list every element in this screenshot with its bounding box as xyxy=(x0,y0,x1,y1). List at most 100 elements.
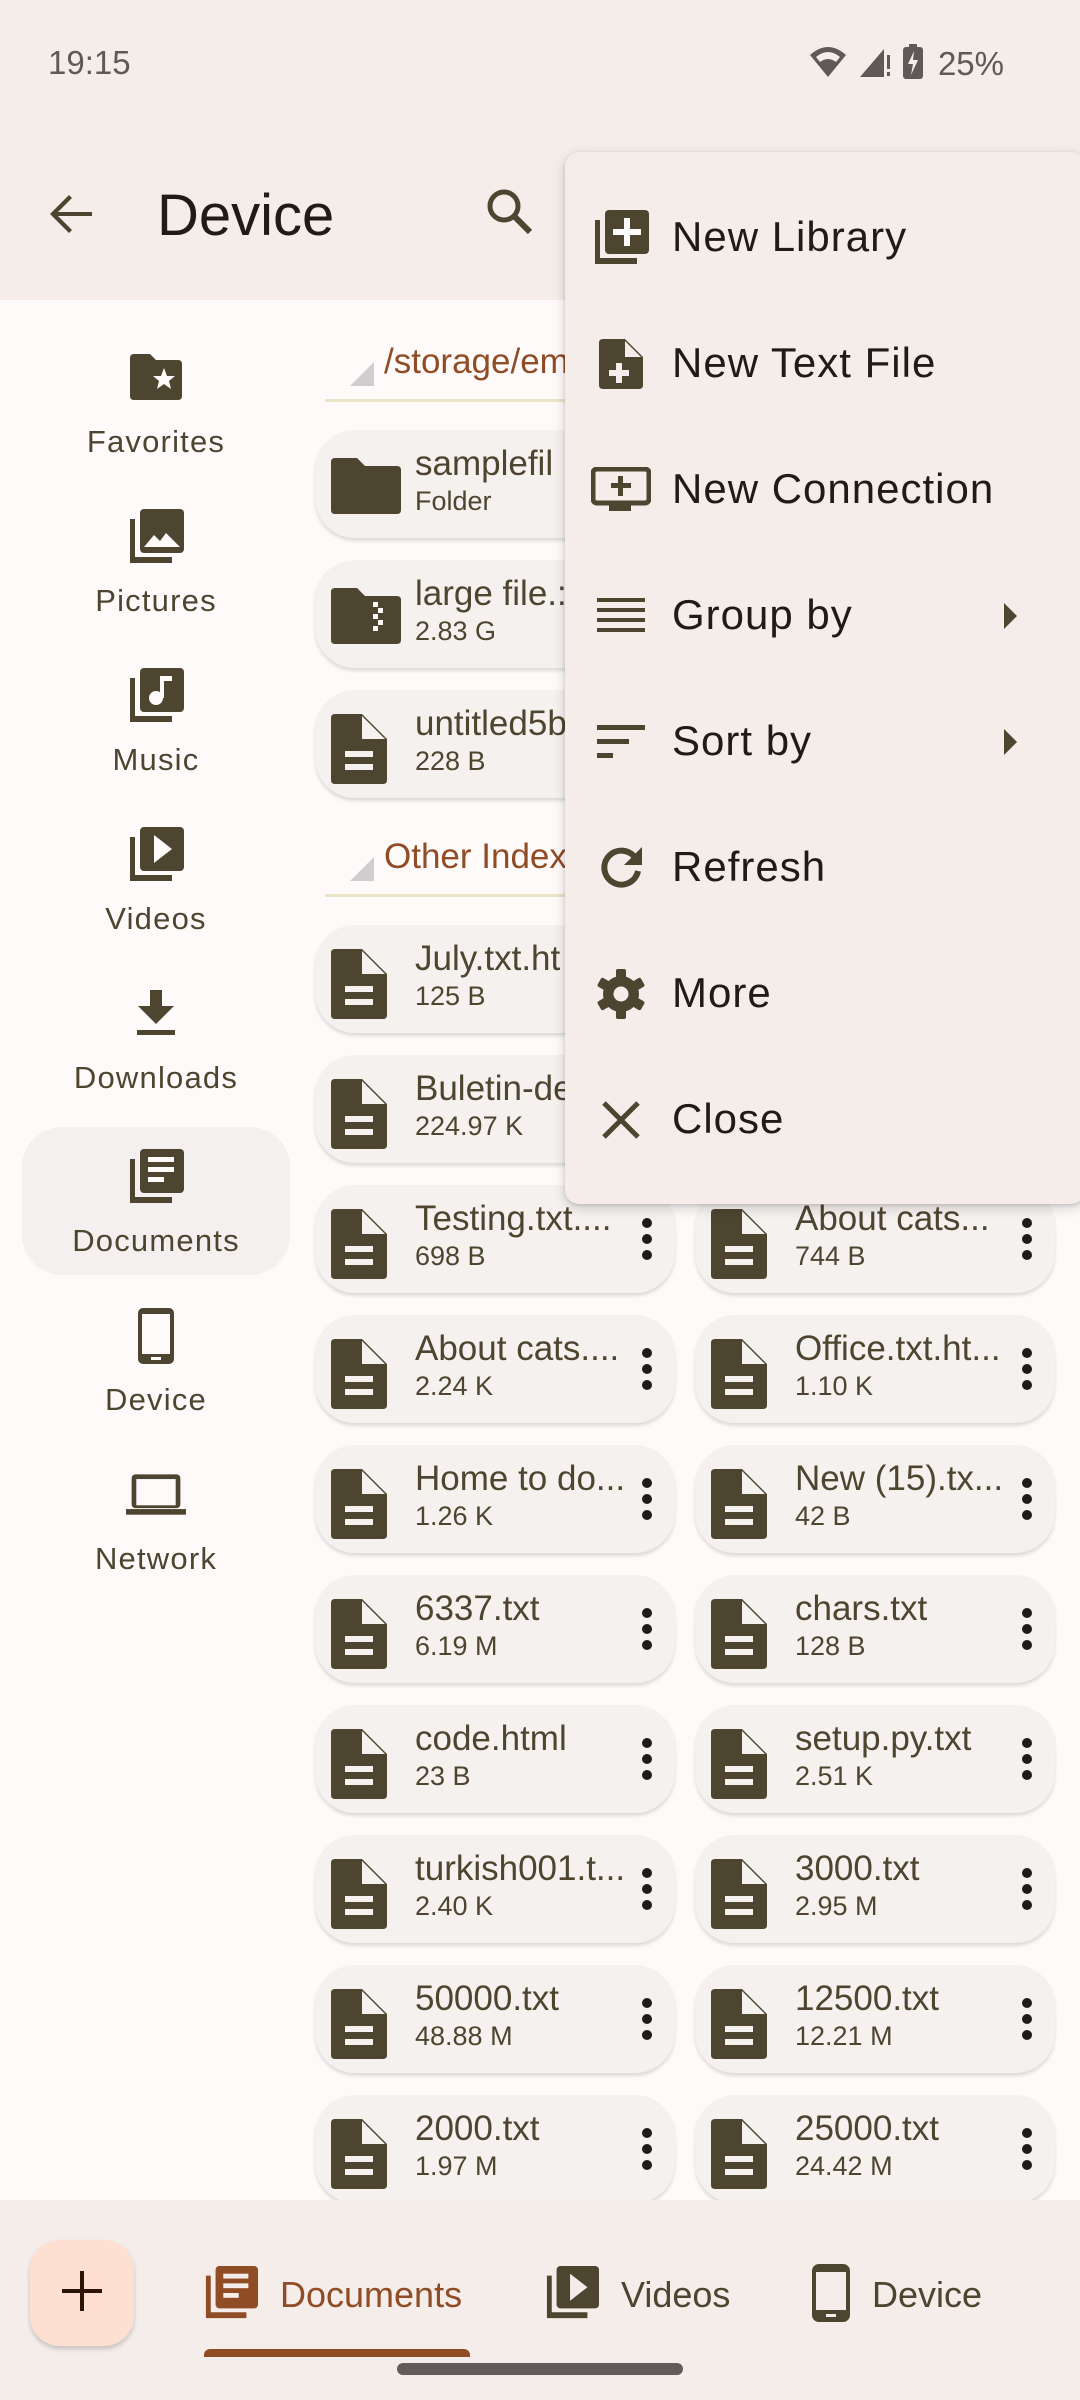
menu-item-new-text-file[interactable]: New Text File xyxy=(565,301,1080,427)
folder-zip-icon xyxy=(331,584,401,654)
file-card[interactable]: Home to do... 1.26 K xyxy=(315,1445,675,1553)
menu-item-more[interactable]: More xyxy=(565,931,1080,1057)
dot xyxy=(1022,1884,1032,1894)
more-options-button[interactable] xyxy=(629,2119,665,2179)
file-card[interactable]: 25000.txt 24.42 M xyxy=(695,2095,1055,2200)
menu-item-label: Refresh xyxy=(672,843,827,890)
more-options-button[interactable] xyxy=(629,1599,665,1659)
menu-item-refresh[interactable]: Refresh xyxy=(565,805,1080,931)
more-options-button[interactable] xyxy=(629,1209,665,1269)
dot xyxy=(1022,1754,1032,1764)
tab-documents[interactable]: Documents xyxy=(204,2260,462,2330)
dot xyxy=(1022,1478,1032,1488)
file-name: Home to do... xyxy=(415,1459,626,1498)
nav-item-pictures[interactable]: Pictures xyxy=(22,487,290,635)
file-name: New (15).tx... xyxy=(795,1459,1004,1498)
text-file-icon xyxy=(711,1859,767,1929)
file-card[interactable]: chars.txt 128 B xyxy=(695,1575,1055,1683)
tab-device[interactable]: Device xyxy=(812,2260,982,2330)
file-name: About cats... xyxy=(795,1199,990,1238)
nav-item-network[interactable]: Network xyxy=(22,1445,290,1593)
more-options-button[interactable] xyxy=(629,1339,665,1399)
dot xyxy=(1022,2160,1032,2170)
dot xyxy=(642,1998,652,2008)
text-file-icon xyxy=(331,949,387,1019)
nav-item-favorites[interactable]: Favorites xyxy=(22,328,290,476)
file-card[interactable]: 50000.txt 48.88 M xyxy=(315,1965,675,2073)
tab-videos[interactable]: Videos xyxy=(545,2260,730,2330)
file-size: 698 B xyxy=(415,1241,486,1271)
file-card[interactable]: turkish001.t... 2.40 K xyxy=(315,1835,675,1943)
dot xyxy=(642,1478,652,1488)
dot xyxy=(1022,1608,1032,1618)
nav-item-label: Favorites xyxy=(86,424,226,459)
text-file-icon xyxy=(331,1079,387,1149)
dot xyxy=(1022,1218,1032,1228)
search-button[interactable] xyxy=(478,182,542,246)
nav-item-videos[interactable]: Videos xyxy=(22,805,290,953)
more-options-button[interactable] xyxy=(1009,1469,1045,1529)
overflow-menu: New Library New Text File New Connection… xyxy=(565,152,1080,1204)
file-size: 744 B xyxy=(795,1241,866,1271)
file-card[interactable]: setup.py.txt 2.51 K xyxy=(695,1705,1055,1813)
file-size: 6.19 M xyxy=(415,1631,498,1661)
file-size: Folder xyxy=(415,486,492,516)
more-options-button[interactable] xyxy=(1009,1339,1045,1399)
add-fab-button[interactable] xyxy=(30,2240,134,2346)
file-card[interactable]: 3000.txt 2.95 M xyxy=(695,1835,1055,1943)
nav-item-device[interactable]: Device xyxy=(22,1286,290,1434)
text-file-icon xyxy=(331,1989,387,2059)
smartphone-icon xyxy=(126,1306,186,1366)
file-size: 1.10 K xyxy=(795,1371,874,1401)
more-options-button[interactable] xyxy=(1009,1729,1045,1789)
more-options-button[interactable] xyxy=(629,1989,665,2049)
text-file-icon xyxy=(711,1599,767,1669)
file-card[interactable]: About cats.... 2.24 K xyxy=(315,1315,675,1423)
dot xyxy=(1022,1640,1032,1650)
more-options-button[interactable] xyxy=(1009,1599,1045,1659)
file-card[interactable]: 2000.txt 1.97 M xyxy=(315,2095,675,2200)
more-options-button[interactable] xyxy=(629,1859,665,1919)
file-size: 228 B xyxy=(415,746,486,776)
text-file-icon xyxy=(331,1469,387,1539)
gesture-navigation-bar[interactable] xyxy=(397,2363,683,2375)
file-size: 1.97 M xyxy=(415,2151,498,2181)
file-card[interactable]: New (15).tx... 42 B xyxy=(695,1445,1055,1553)
menu-item-new-library[interactable]: New Library xyxy=(565,175,1080,301)
tab-label: Videos xyxy=(621,2274,731,2315)
dot xyxy=(1022,1380,1032,1390)
menu-item-group-by[interactable]: Group by xyxy=(565,553,1080,679)
nav-item-downloads[interactable]: Downloads xyxy=(22,964,290,1112)
add-icon xyxy=(62,2270,102,2316)
menu-item-close[interactable]: Close xyxy=(565,1057,1080,1183)
more-options-button[interactable] xyxy=(1009,1209,1045,1269)
file-size: 2.83 G xyxy=(415,616,497,646)
section-title: Other Indexe xyxy=(384,837,587,876)
menu-item-new-connection[interactable]: New Connection xyxy=(565,427,1080,553)
battery-charging-icon xyxy=(902,43,924,85)
nav-item-label: Downloads xyxy=(73,1060,239,1095)
file-card[interactable]: Office.txt.ht... 1.10 K xyxy=(695,1315,1055,1423)
dot xyxy=(1022,2128,1032,2138)
dot xyxy=(1022,1624,1032,1634)
nav-item-music[interactable]: Music xyxy=(22,646,290,794)
more-options-button[interactable] xyxy=(1009,1859,1045,1919)
nav-item-documents[interactable]: Documents xyxy=(22,1127,290,1275)
menu-item-sort-by[interactable]: Sort by xyxy=(565,679,1080,805)
text-file-icon xyxy=(331,1339,387,1409)
menu-item-label: New Text File xyxy=(672,339,937,386)
collapse-triangle-icon xyxy=(350,362,374,386)
dot xyxy=(642,1770,652,1780)
back-button[interactable] xyxy=(42,186,102,246)
file-name: turkish001.t... xyxy=(415,1849,626,1888)
submenu-arrow-icon xyxy=(1004,603,1017,629)
file-card[interactable]: 6337.txt 6.19 M xyxy=(315,1575,675,1683)
more-options-button[interactable] xyxy=(1009,2119,1045,2179)
file-name: 12500.txt xyxy=(795,1979,939,2018)
more-options-button[interactable] xyxy=(629,1729,665,1789)
file-card[interactable]: 12500.txt 12.21 M xyxy=(695,1965,1055,2073)
file-card[interactable]: code.html 23 B xyxy=(315,1705,675,1813)
more-options-button[interactable] xyxy=(1009,1989,1045,2049)
file-name: code.html xyxy=(415,1719,567,1758)
more-options-button[interactable] xyxy=(629,1469,665,1529)
